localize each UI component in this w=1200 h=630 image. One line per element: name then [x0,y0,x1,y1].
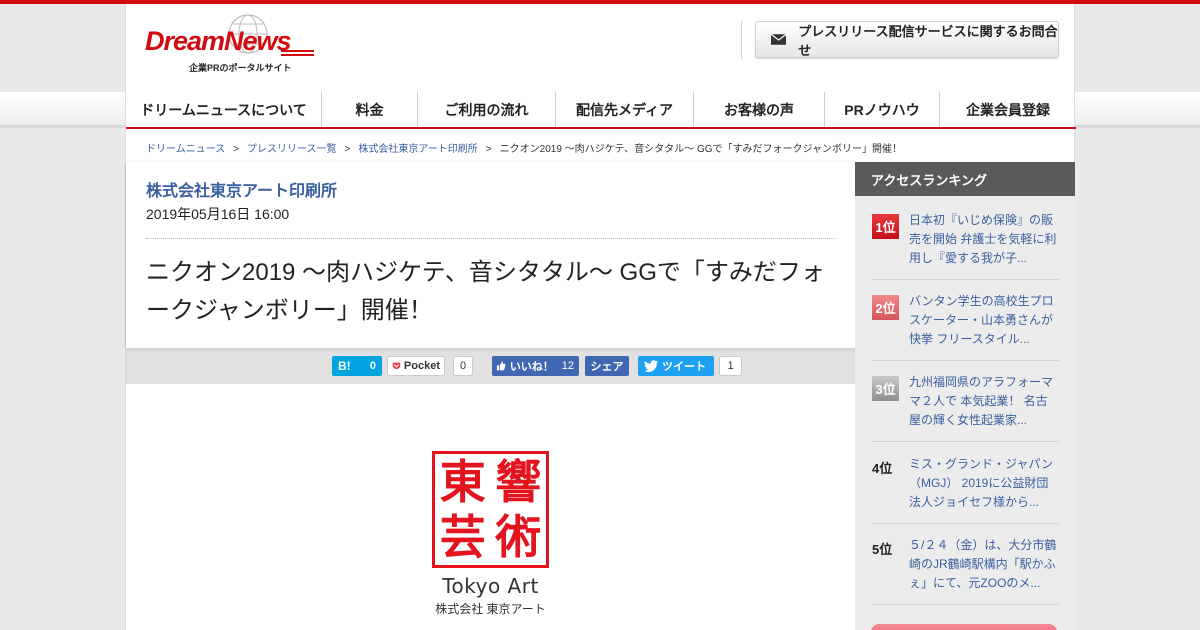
nav-item-label: 料金 [355,102,384,118]
seal-char: 芸 [439,510,486,565]
access-ranking-heading: アクセスランキング [855,162,1075,196]
company-name-link[interactable]: 株式会社東京アート印刷所 [146,177,337,201]
nav-item-label: 配信先メディア [575,102,674,118]
ranking-link[interactable]: 日本初『いじめ保険』の販売を開始 弁護士を気軽に利用し『愛する我が子... [909,211,1059,268]
breadcrumb-home[interactable]: ドリームニュース [146,144,225,155]
logo-tagline: 企業PRのポータルサイト [189,63,292,73]
facebook-share-label: シェア [590,361,624,373]
nav-item-label: お客様の声 [724,102,794,118]
nav-item-label: ドリームニュースについて [140,102,307,118]
nav-item-label: PRノウハウ [844,102,920,118]
divider [146,238,836,239]
contact-button-label: プレスリリース配信サービスに関するお問合せ [798,23,1058,58]
breadcrumb-sep: > [233,144,240,155]
nav-item-register[interactable]: 企業会員登録 [940,92,1076,128]
nav-item-about[interactable]: ドリームニュースについて [126,92,322,128]
pocket-count: 0 [453,356,473,376]
breadcrumb-sep: > [344,144,351,155]
dreamnews-logo[interactable]: DreamNews 企業PRのポータルサイト [145,14,320,76]
ranking-item[interactable]: 2位 バンタン学生の高校生プロスケーター・山本勇さんが快挙 フリースタイル... [872,292,1059,361]
ranking-link[interactable]: ５/２４（金）は、大分市鶴崎のJR鶴崎駅構内「駅かふぇ」にて、元ZOOのメ... [909,536,1059,593]
svg-text:DreamNews: DreamNews [145,26,292,56]
contact-button[interactable]: プレスリリース配信サービスに関するお問合せ [755,21,1059,58]
nav-item-pr-knowhow[interactable]: PRノウハウ [825,92,940,128]
hatena-bookmark-button[interactable]: B! 0 [332,356,382,376]
seal-char: 術 [495,510,542,565]
nav-item-media[interactable]: 配信先メディア [556,92,694,128]
mail-icon [771,34,787,45]
nav-item-voice[interactable]: お客様の声 [694,92,825,128]
breadcrumb: ドリームニュース > プレスリリース一覧 > 株式会社東京アート印刷所 > ニクオン2019… [146,140,902,155]
seal-char: 響 [495,454,542,509]
pocket-button[interactable]: Pocket [387,356,445,376]
ranking-item[interactable]: 4位 ミス・グランド・ジャパン（MGJ） 2019に公益財団法人ジョイセフ様から… [872,455,1059,524]
brand-name: Tokyo Art [442,574,539,598]
rank-number: 4位 [872,461,893,476]
sidebar: アクセスランキング 1位 日本初『いじめ保険』の販売を開始 弁護士を気軽に利用し… [855,162,1075,630]
ranking-item[interactable]: 5位 ５/２４（金）は、大分市鶴崎のJR鶴崎駅構内「駅かふぇ」にて、元ZOOのメ… [872,536,1059,605]
facebook-like-button[interactable]: いいね！ 12 [492,356,579,376]
breadcrumb-release-list[interactable]: プレスリリース一覧 [247,144,337,155]
thumbs-up-icon [497,361,506,371]
twitter-bird-icon [644,360,658,372]
rank-badge-bronze: 3位 [872,376,899,401]
share-bar: B! 0 Pocket 0 いいね！ 12 シェア ツイート 1 [126,348,856,384]
nav-item-pricing[interactable]: 料金 [322,92,418,128]
tokyo-art-seal-logo: 東 響 芸 術 [432,451,549,568]
seal-char: 東 [439,454,486,509]
tweet-label: ツイート [662,361,706,373]
hatena-count: 0 [369,360,376,372]
pocket-icon [392,362,401,370]
ranking-link[interactable]: ミス・グランド・ジャパン（MGJ） 2019に公益財団法人ジョイセフ様から... [909,455,1059,512]
facebook-share-button[interactable]: シェア [585,356,629,376]
article-title: ニクオン2019 ～肉ハジケテ、音シタタル～ GGで「すみだフォークジャンボリー… [146,259,825,324]
brand-name-japanese: 株式会社 東京アート [435,602,546,616]
facebook-like-count: 12 [561,360,574,372]
nav-item-flow[interactable]: ご利用の流れ [418,92,556,128]
nav-underline [126,127,1076,129]
breadcrumb-company[interactable]: 株式会社東京アート印刷所 [358,144,477,155]
tweet-count: 1 [719,356,742,376]
publish-date: 2019年05月16日 16:00 [146,206,290,222]
ranking-link[interactable]: バンタン学生の高校生プロスケーター・山本勇さんが快挙 フリースタイル... [909,292,1059,349]
facebook-like-label: いいね！ [509,361,554,373]
rank-badge-silver: 2位 [872,295,899,320]
ranking-item[interactable]: 1位 日本初『いじめ保険』の販売を開始 弁護士を気軽に利用し『愛する我が子... [872,211,1059,280]
global-nav: ドリームニュースについて 料金 ご利用の流れ 配信先メディア お客様の声 PRノ… [126,92,1076,128]
ranking-link[interactable]: 九州福岡県のアラフォーママ２人で 本気起業！ 名古屋の輝く女性起業家... [909,373,1059,430]
rank-number: 5位 [872,542,893,557]
breadcrumb-current: ニクオン2019 ～肉ハジケテ、音シタタル～ GGで「すみだフォークジャンボリー… [499,144,902,155]
pocket-label: Pocket [403,360,440,372]
press-release-image: 東 響 芸 術 Tokyo Art 株式会社 東京アート [126,384,856,630]
nav-item-label: 企業会員登録 [966,102,1050,118]
article-header-card: 株式会社東京アート印刷所 2019年05月16日 16:00 ニクオン2019 … [126,162,856,348]
page-container: DreamNews 企業PRのポータルサイト プレスリリース配信サービスに関する… [125,4,1076,630]
ranking-item[interactable]: 3位 九州福岡県のアラフォーママ２人で 本気起業！ 名古屋の輝く女性起業家... [872,373,1059,442]
sidebar-action-button[interactable] [871,624,1057,630]
nav-item-label: ご利用の流れ [444,102,529,118]
hatena-icon: B! [338,359,351,373]
rank-badge-gold: 1位 [872,214,899,239]
header-divider [741,20,742,60]
tweet-button[interactable]: ツイート [638,356,714,376]
breadcrumb-sep: > [485,144,492,155]
